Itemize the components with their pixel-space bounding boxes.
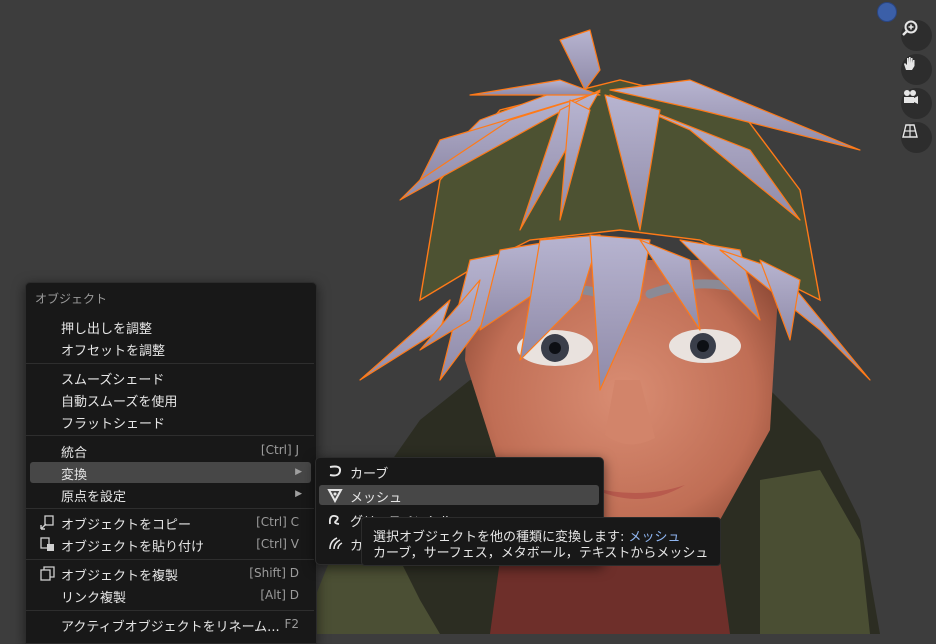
- curve-icon: [329, 465, 342, 477]
- grease-pencil-icon: [328, 515, 340, 525]
- menu-separator: [26, 363, 314, 364]
- menu-item-join[interactable]: 統合 [Ctrl] J: [30, 440, 311, 461]
- shortcut-label: F2: [284, 617, 299, 631]
- menu-item-adjust-offset[interactable]: オフセットを調整: [30, 338, 311, 359]
- convert-tooltip: 選択オブジェクトを他の種類に変換します: メッシュ カーブ，サーフェス，メタボー…: [361, 517, 721, 566]
- submenu-item-curve[interactable]: カーブ: [319, 461, 599, 482]
- menu-item-copy-objects[interactable]: オブジェクトをコピー [Ctrl] C: [30, 512, 311, 533]
- shortcut-label: [Ctrl] C: [256, 515, 299, 529]
- copy-icon: [40, 515, 54, 530]
- mesh-icon: [327, 489, 343, 503]
- menu-item-set-origin[interactable]: 原点を設定 ▶: [30, 484, 311, 505]
- menu-title: オブジェクト: [35, 292, 108, 306]
- shortcut-label: [Ctrl] V: [256, 537, 299, 551]
- menu-separator: [26, 508, 314, 509]
- axis-orientation-dot[interactable]: [877, 2, 897, 22]
- submenu-arrow-icon: ▶: [295, 489, 302, 499]
- tooltip-detail: カーブ，サーフェス，メタボール，テキストからメッシュ: [373, 546, 709, 561]
- menu-item-rename-active-object[interactable]: アクティブオブジェクトをリネーム... F2: [30, 614, 311, 635]
- submenu-item-mesh[interactable]: メッシュ: [319, 485, 599, 506]
- menu-item-shade-flat[interactable]: フラットシェード: [30, 411, 311, 432]
- menu-item-auto-smooth[interactable]: 自動スムーズを使用: [30, 389, 311, 410]
- hand-icon[interactable]: [901, 54, 932, 85]
- camera-icon[interactable]: [901, 88, 932, 119]
- menu-item-duplicate-objects[interactable]: オブジェクトを複製 [Shift] D: [30, 563, 311, 584]
- menu-item-paste-objects[interactable]: オブジェクトを貼り付け [Ctrl] V: [30, 534, 311, 555]
- zoom-in-icon[interactable]: [901, 20, 932, 51]
- shortcut-label: [Alt] D: [260, 588, 299, 602]
- menu-item-adjust-extrude[interactable]: 押し出しを調整: [30, 316, 311, 337]
- menu-item-duplicate-linked[interactable]: リンク複製 [Alt] D: [30, 585, 311, 606]
- object-context-menu: オブジェクト 押し出しを調整 オフセットを調整 スムーズシェード 自動スムーズを…: [25, 282, 317, 644]
- menu-item-shade-smooth[interactable]: スムーズシェード: [30, 367, 311, 388]
- submenu-arrow-icon: ▶: [295, 467, 302, 477]
- shortcut-label: [Shift] D: [249, 566, 299, 580]
- hair-curves-icon: [329, 537, 343, 550]
- menu-separator: [26, 559, 314, 560]
- menu-separator: [26, 435, 314, 436]
- shortcut-label: [Ctrl] J: [260, 443, 299, 457]
- duplicate-icon: [40, 566, 55, 581]
- paste-icon: [40, 537, 54, 551]
- menu-separator: [26, 610, 314, 611]
- perspective-grid-icon[interactable]: [901, 122, 932, 153]
- menu-item-convert[interactable]: 変換 ▶: [30, 462, 311, 483]
